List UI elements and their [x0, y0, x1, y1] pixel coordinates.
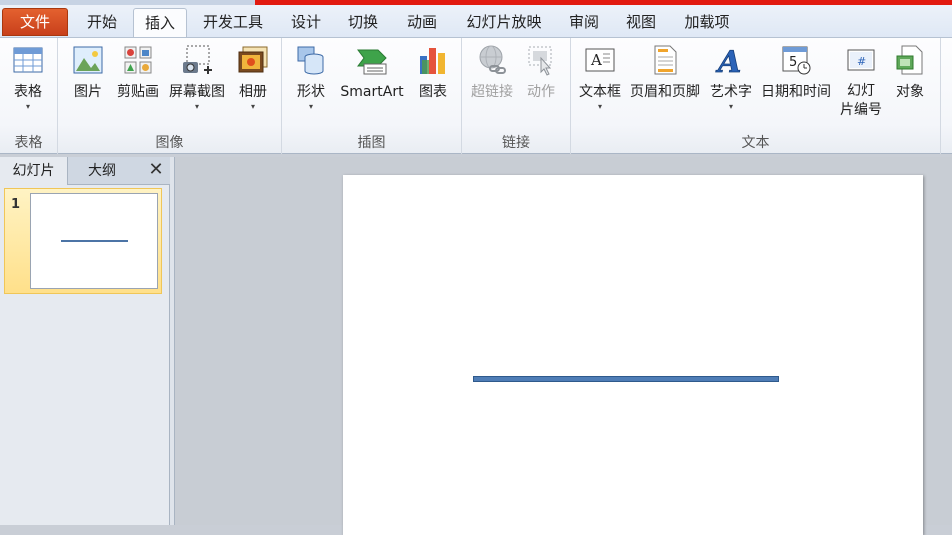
- tab-view[interactable]: 视图: [616, 8, 666, 37]
- tab-animations[interactable]: 动画: [396, 8, 448, 37]
- slide-number: 1: [11, 197, 21, 212]
- shapes-label: 形状: [297, 84, 325, 100]
- chevron-down-icon: ▾: [25, 102, 30, 111]
- smartart-button[interactable]: SmartArt: [337, 44, 407, 102]
- chevron-down-icon: ▾: [597, 102, 602, 111]
- slide-number-icon: #: [845, 44, 877, 76]
- table-button[interactable]: 表格 ▾: [4, 44, 52, 112]
- shapes-button[interactable]: 形状 ▾: [290, 44, 332, 112]
- globe-link-icon: [476, 44, 508, 76]
- smartart-icon: [356, 44, 388, 76]
- pane-tabs: 幻灯片 大纲 ✕: [0, 157, 170, 185]
- group-text: A 文本框 ▾ 页眉和页脚 A 艺术字 ▾ 5 日期和时间 # 幻灯 片编号 对…: [571, 38, 941, 154]
- slide-thumbnail-item[interactable]: 1: [4, 188, 162, 294]
- object-label: 对象: [896, 84, 924, 100]
- header-footer-label: 页眉和页脚: [630, 84, 700, 100]
- svg-text:A: A: [590, 51, 602, 69]
- tab-addins[interactable]: 加载项: [675, 8, 739, 37]
- hyperlink-label: 超链接: [471, 84, 513, 100]
- tab-review[interactable]: 审阅: [559, 8, 609, 37]
- title-accent-bar: [255, 0, 952, 5]
- clip-art-button[interactable]: 剪贴画: [113, 44, 163, 102]
- action-label: 动作: [527, 84, 555, 100]
- calendar-clock-icon: 5: [780, 44, 812, 76]
- picture-icon: [72, 44, 104, 76]
- text-box-icon: A: [584, 44, 616, 76]
- chart-label: 图表: [419, 84, 447, 100]
- wordart-label: 艺术字: [710, 84, 752, 100]
- group-label-links: 链接: [502, 135, 530, 151]
- action-icon: [525, 44, 557, 76]
- group-links: 超链接 动作 链接: [462, 38, 571, 154]
- photo-album-button[interactable]: 相册 ▾: [232, 44, 274, 112]
- header-footer-icon: [649, 44, 681, 76]
- picture-label: 图片: [74, 84, 102, 100]
- slide-thumbnail: [30, 193, 158, 289]
- clip-art-label: 剪贴画: [117, 84, 159, 100]
- svg-text:A: A: [715, 45, 741, 76]
- group-label-illustrations: 插图: [357, 135, 386, 151]
- tab-slides[interactable]: 幻灯片: [0, 157, 68, 185]
- chevron-down-icon: ▾: [250, 102, 255, 111]
- group-tables: 表格 ▾ 表格: [0, 38, 58, 154]
- object-icon: [894, 44, 926, 76]
- file-tab[interactable]: 文件: [2, 8, 68, 36]
- date-time-button[interactable]: 5 日期和时间: [758, 44, 834, 102]
- chart-button[interactable]: 图表: [412, 44, 454, 102]
- slide-number-button[interactable]: # 幻灯 片编号: [836, 44, 886, 120]
- screenshot-icon: [181, 44, 213, 76]
- chevron-down-icon: ▾: [308, 102, 313, 111]
- thumbnail-line-shape: [61, 240, 128, 242]
- picture-button[interactable]: 图片: [66, 44, 110, 102]
- tab-home[interactable]: 开始: [76, 8, 128, 37]
- shapes-icon: [295, 44, 327, 76]
- svg-text:5: 5: [789, 55, 797, 70]
- wordart-button[interactable]: A 艺术字 ▾: [707, 44, 755, 112]
- slide-editor-canvas: [175, 157, 952, 535]
- group-illustrations: 形状 ▾ SmartArt 图表 插图: [282, 38, 462, 154]
- photo-album-icon: [237, 44, 269, 76]
- tab-outline[interactable]: 大纲: [68, 157, 136, 185]
- menu-bar: 文件 开始 插入 开发工具 设计 切换 动画 幻灯片放映 审阅 视图 加载项: [0, 0, 952, 38]
- group-images: 图片 剪贴画 屏幕截图 ▾ 相册 ▾ 图像: [58, 38, 282, 154]
- photo-album-label: 相册: [239, 84, 267, 100]
- chevron-down-icon: ▾: [728, 102, 733, 111]
- wordart-icon: A: [715, 44, 747, 81]
- slides-pane: 幻灯片 大纲 ✕ 1: [0, 157, 170, 525]
- group-label-images: 图像: [155, 135, 184, 151]
- slide-number-label: 幻灯 片编号: [840, 83, 882, 118]
- text-box-label: 文本框: [579, 84, 621, 100]
- screenshot-button[interactable]: 屏幕截图 ▾: [166, 44, 228, 112]
- group-label-text: 文本: [741, 135, 770, 151]
- screenshot-label: 屏幕截图: [169, 84, 225, 100]
- group-label-tables: 表格: [14, 135, 43, 151]
- clip-art-icon: [122, 44, 154, 76]
- close-icon[interactable]: ✕: [146, 160, 166, 180]
- tab-insert[interactable]: 插入: [133, 8, 187, 38]
- title-strip: [0, 0, 255, 5]
- svg-text:#: #: [857, 55, 866, 68]
- smartart-label: SmartArt: [340, 84, 404, 100]
- table-label: 表格: [14, 84, 42, 100]
- action-button[interactable]: 动作: [520, 44, 562, 102]
- slide[interactable]: [343, 175, 923, 535]
- text-box-button[interactable]: A 文本框 ▾: [576, 44, 624, 112]
- header-footer-button[interactable]: 页眉和页脚: [627, 44, 703, 102]
- tab-transitions[interactable]: 切换: [338, 8, 388, 37]
- tab-design[interactable]: 设计: [281, 8, 331, 37]
- line-shape[interactable]: [473, 376, 779, 382]
- table-icon: [12, 44, 44, 76]
- hyperlink-button[interactable]: 超链接: [468, 44, 516, 102]
- bar-chart-icon: [417, 44, 449, 76]
- chevron-down-icon: ▾: [194, 102, 199, 111]
- ribbon: 表格 ▾ 表格 图片 剪贴画 屏幕截图 ▾ 相册 ▾ 图像 形状 ▾ Smart…: [0, 37, 952, 154]
- tab-developer[interactable]: 开发工具: [193, 8, 273, 37]
- tab-slideshow[interactable]: 幻灯片放映: [458, 8, 550, 37]
- date-time-label: 日期和时间: [761, 84, 831, 100]
- object-button[interactable]: 对象: [889, 44, 931, 102]
